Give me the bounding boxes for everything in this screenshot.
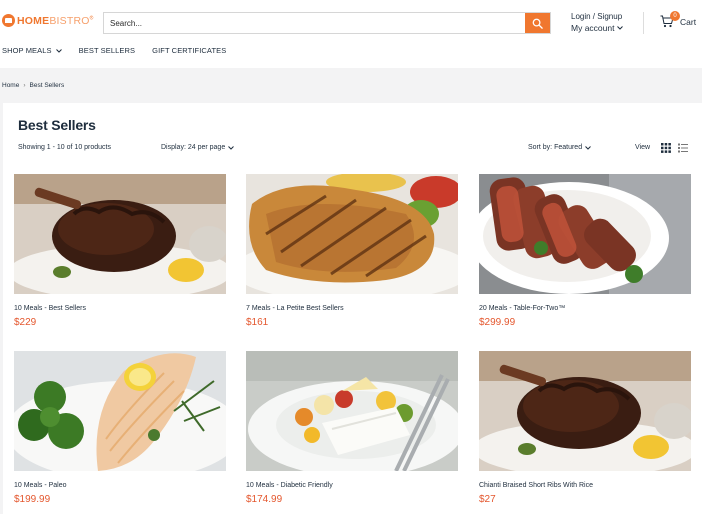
- view-label: View: [635, 144, 651, 151]
- product-count: Showing 1 - 10 of 10 products: [18, 144, 112, 151]
- cart-button[interactable]: 0 Cart: [660, 11, 697, 28]
- chevron-down-icon: [585, 145, 591, 150]
- search-bar: [103, 12, 551, 34]
- login-signup-link[interactable]: Login / Signup: [571, 12, 623, 21]
- breadcrumb-current: Best Sellers: [29, 82, 65, 89]
- search-button[interactable]: [525, 13, 550, 33]
- product-name[interactable]: 10 Meals - Paleo: [14, 482, 226, 489]
- product-card[interactable]: 7 Meals - La Petite Best Sellers $161: [246, 174, 458, 328]
- account-menu[interactable]: Login / Signup My account: [571, 12, 624, 33]
- page-title: Best Sellers: [18, 117, 96, 133]
- product-image-short-ribs[interactable]: [14, 174, 226, 294]
- site-header: HOMEBISTRO® Login / Signup My account 0 …: [0, 0, 702, 44]
- product-image-short-ribs[interactable]: [479, 351, 691, 471]
- main-nav: SHOP MEALS BEST SELLERS GIFT CERTIFICATE…: [2, 46, 243, 55]
- chevron-down-icon: [228, 145, 235, 150]
- nav-gift-certificates[interactable]: GIFT CERTIFICATES: [152, 46, 226, 55]
- product-price: $161: [246, 317, 269, 328]
- product-name[interactable]: 10 Meals - Diabetic Friendly: [246, 482, 458, 489]
- logo-house-icon: [2, 14, 15, 27]
- search-icon: [532, 18, 543, 29]
- breadcrumb: Home › Best Sellers: [2, 82, 64, 89]
- my-account-label[interactable]: My account: [571, 23, 614, 33]
- collection-toolbar: Showing 1 - 10 of 10 products Display: 2…: [18, 143, 690, 156]
- product-price: $27: [479, 494, 496, 505]
- nav-best-sellers[interactable]: BEST SELLERS: [79, 46, 136, 55]
- product-price: $174.99: [246, 494, 283, 505]
- header-divider: [643, 12, 644, 34]
- product-name[interactable]: 10 Meals - Best Sellers: [14, 305, 226, 312]
- search-input[interactable]: [104, 13, 525, 33]
- product-card[interactable]: 10 Meals - Best Sellers $229: [14, 174, 226, 328]
- product-card[interactable]: 10 Meals - Paleo $199.99: [14, 351, 226, 505]
- grid-view-icon[interactable]: [661, 143, 671, 153]
- chevron-down-icon: [55, 48, 62, 53]
- product-card[interactable]: 20 Meals - Table-For-Two™ $299.99: [479, 174, 691, 328]
- chevron-down-icon: [617, 26, 624, 30]
- product-card[interactable]: 10 Meals - Diabetic Friendly $174.99: [246, 351, 458, 505]
- cart-count-badge: 0: [670, 11, 680, 21]
- product-image-fish-vegetables[interactable]: [246, 351, 458, 471]
- product-name[interactable]: 7 Meals - La Petite Best Sellers: [246, 305, 458, 312]
- home-bistro-logo[interactable]: HOMEBISTRO®: [2, 14, 94, 27]
- nav-shop-meals[interactable]: SHOP MEALS: [2, 46, 62, 55]
- sort-by-select[interactable]: Sort by: Featured: [528, 144, 591, 151]
- list-view-icon[interactable]: [678, 143, 688, 153]
- product-card[interactable]: Chianti Braised Short Ribs With Rice $27: [479, 351, 691, 505]
- product-image-sliced-steak[interactable]: [479, 174, 691, 294]
- display-per-page-select[interactable]: Display: 24 per page: [161, 144, 235, 151]
- breadcrumb-home-link[interactable]: Home: [2, 82, 19, 89]
- product-price: $229: [14, 317, 37, 328]
- product-price: $199.99: [14, 494, 51, 505]
- cart-label: Cart: [680, 16, 697, 27]
- product-image-grilled-chicken[interactable]: [246, 174, 458, 294]
- product-name[interactable]: Chianti Braised Short Ribs With Rice: [479, 482, 691, 489]
- product-price: $299.99: [479, 317, 516, 328]
- product-name[interactable]: 20 Meals - Table-For-Two™: [479, 305, 691, 312]
- product-image-salmon-broccoli[interactable]: [14, 351, 226, 471]
- breadcrumb-separator: ›: [23, 82, 26, 89]
